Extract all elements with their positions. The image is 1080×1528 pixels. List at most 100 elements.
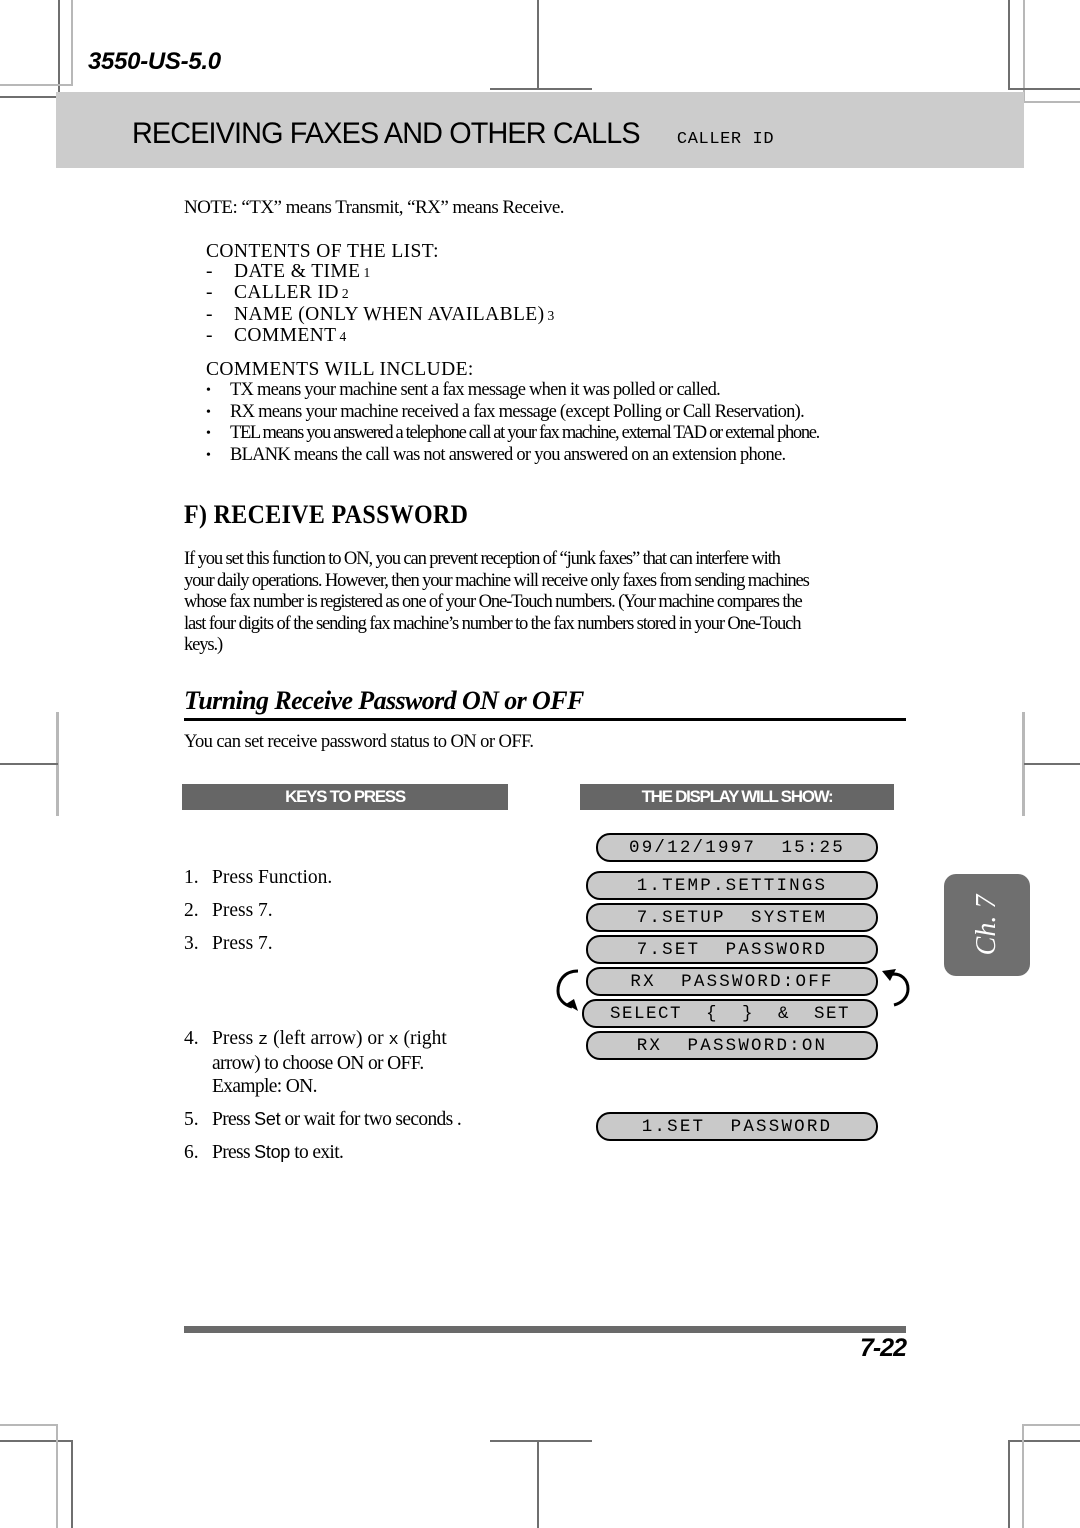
contents-of-list: CONTENTS OF THE LIST: - DATE & TIME 1 - CAL… (206, 241, 555, 347)
crop-mark-bottom-left-horizontal-outer (0, 1424, 58, 1426)
paragraph-line: If you set this function to ON, you can … (184, 548, 781, 569)
page-subtitle: CALLER ID (676, 130, 775, 149)
list-item: • BLANK means the call was not answered o… (206, 445, 936, 467)
contents-item-label: CALLER ID (234, 282, 339, 304)
crop-mark-top-left-horizontal-inner (0, 96, 58, 98)
crop-mark-bottom-center-horizontal (490, 1440, 592, 1442)
dash-bullet: - (206, 261, 213, 283)
cycle-arrow-right-icon (882, 969, 910, 1007)
list-item-text: RX means your machine received a fax mes… (230, 401, 805, 422)
crop-mark-bottom-left-horizontal (0, 1440, 73, 1442)
step-text: Press 7. (212, 932, 564, 955)
step-2: 2. Press 7. (184, 899, 564, 922)
step-text: Press Function. (212, 866, 564, 889)
chapter-tab: Ch. 7 (944, 874, 1030, 976)
step4-right-desc: (right (403, 1028, 447, 1049)
crop-mark-top-center-vertical (537, 0, 539, 90)
display-rx-password-on: RX PASSWORD:ON (586, 1031, 878, 1060)
footer-rule (184, 1326, 906, 1333)
list-item-text: TEL means you answered a telephone call … (230, 423, 820, 443)
step5-a: Press (212, 1109, 255, 1130)
crop-mark-top-right-vertical (1008, 0, 1010, 90)
crop-mark-right-middle-horizontal (1024, 763, 1080, 765)
chapter-tab-label: Ch. 7 (971, 894, 1002, 956)
crop-mark-bottom-left-vertical-outer (56, 1424, 58, 1528)
list-item-text: BLANK means the call was not answered or… (230, 444, 786, 465)
display-temp-settings: 1.TEMP.SETTINGS (586, 871, 878, 900)
step-text: Press 7. (212, 899, 564, 922)
paragraph-line: keys.) (184, 634, 223, 655)
key-right-arrow: x (388, 1031, 399, 1050)
step-number: 5. (184, 1109, 199, 1130)
crop-mark-bottom-right-vertical-outer (1022, 1424, 1024, 1528)
step-4: 4. Press z (left arrow) or x (right arro… (184, 1027, 564, 1098)
step-line: Press Function. (212, 867, 333, 888)
paragraph-line: last four digits of the sending fax mach… (184, 612, 802, 634)
key-stop: Stop (254, 1142, 290, 1162)
bullet-icon: • (206, 447, 211, 463)
paragraph-line: whose fax number is registered as one of… (184, 591, 803, 612)
display-1-set-password: 1.SET PASSWORD (596, 1112, 878, 1141)
page-number: 7-22 (859, 1334, 907, 1362)
contents-item: - NAME (ONLY WHEN AVAILABLE) 3 (206, 303, 555, 326)
crop-mark-top-left-vertical (58, 0, 60, 97)
step-number: 3. (184, 933, 199, 954)
crop-mark-bottom-right-horizontal (1008, 1440, 1080, 1442)
paragraph-line: your daily operations. However, then you… (184, 569, 810, 591)
crop-mark-top-right-horizontal-outer (1023, 101, 1080, 103)
step-6: 6. Press Stop to exit. (184, 1141, 564, 1164)
contents-item: - DATE & TIME 1 (206, 262, 554, 283)
step-line: arrow) to choose ON or OFF. (212, 1053, 424, 1074)
subsection-intro: You can set receive password status to O… (184, 731, 534, 752)
list-item: • TX means your machine sent a fax messag… (206, 380, 936, 402)
step-number: 2. (184, 900, 199, 921)
crop-mark-top-left-vertical-outer (71, 0, 73, 84)
display-rx-password-off: RX PASSWORD:OFF (586, 967, 878, 996)
step6-b: to exit. (290, 1142, 344, 1163)
step-3: 3. Press 7. (184, 932, 564, 955)
crop-mark-top-center-horizontal (490, 88, 592, 90)
contents-item-number: 1 (363, 265, 371, 281)
step-number: 6. (184, 1142, 199, 1163)
step-line: Press 7. (212, 900, 273, 921)
step-line: Example: ON. (212, 1076, 317, 1097)
contents-item-number: 4 (339, 328, 347, 344)
step6-a: Press (212, 1142, 255, 1163)
step-number: 4. (184, 1028, 199, 1049)
step-5: 5. Press Set or wait for two seconds . (184, 1108, 564, 1131)
crop-mark-top-right-horizontal (1008, 88, 1080, 90)
key-set: Set (254, 1109, 281, 1129)
contents-item-number: 3 (547, 307, 555, 323)
subsection-rule (184, 718, 906, 721)
crop-mark-top-left-horizontal (0, 84, 73, 86)
page-title: RECEIVING FAXES AND OTHER CALLS (132, 117, 641, 150)
step5-b: or wait for two seconds . (280, 1109, 462, 1130)
step-line: Press Set or wait for two seconds . (212, 1108, 564, 1131)
crop-mark-bottom-right-horizontal-outer (1022, 1424, 1080, 1426)
step-line: Press 7. (212, 933, 273, 954)
crop-mark-left-middle-horizontal (0, 763, 58, 765)
step-number: 1. (184, 867, 199, 888)
display-select-and-set: SELECT { } & SET (582, 999, 878, 1028)
step-line: Press z (left arrow) or x (right (212, 1027, 564, 1052)
contents-item: - COMMENT 4 (206, 324, 554, 347)
crop-mark-bottom-center-vertical (537, 1442, 539, 1528)
bullet-icon: • (206, 426, 211, 441)
contents-item-label: COMMENT (234, 324, 337, 346)
contents-heading: CONTENTS OF THE LIST: (206, 241, 439, 262)
step-1: 1. Press Function. (184, 866, 564, 889)
note-line: NOTE: “TX” means Transmit, “RX” means Re… (184, 197, 564, 218)
step-line: Press Stop to exit. (212, 1141, 564, 1164)
dash-bullet: - (206, 303, 213, 325)
contents-item: - CALLER ID 2 (206, 283, 554, 304)
contents-item-label: NAME (ONLY WHEN AVAILABLE) (234, 303, 545, 325)
crop-mark-top-right-vertical-outer (1023, 0, 1025, 102)
page-header: RECEIVING FAXES AND OTHER CALLS CALLER I… (132, 117, 774, 151)
column-header-display-will-show: THE DISPLAY WILL SHOW: (580, 784, 894, 810)
column-header-keys-to-press: KEYS TO PRESS (182, 784, 508, 810)
step4-press: Press (212, 1028, 254, 1049)
key-left-arrow: z (258, 1031, 269, 1050)
section-paragraph: If you set this function to ON, you can … (184, 548, 906, 656)
contents-item-label: DATE & TIME (234, 261, 361, 283)
crop-mark-bottom-right-vertical (1008, 1440, 1010, 1528)
